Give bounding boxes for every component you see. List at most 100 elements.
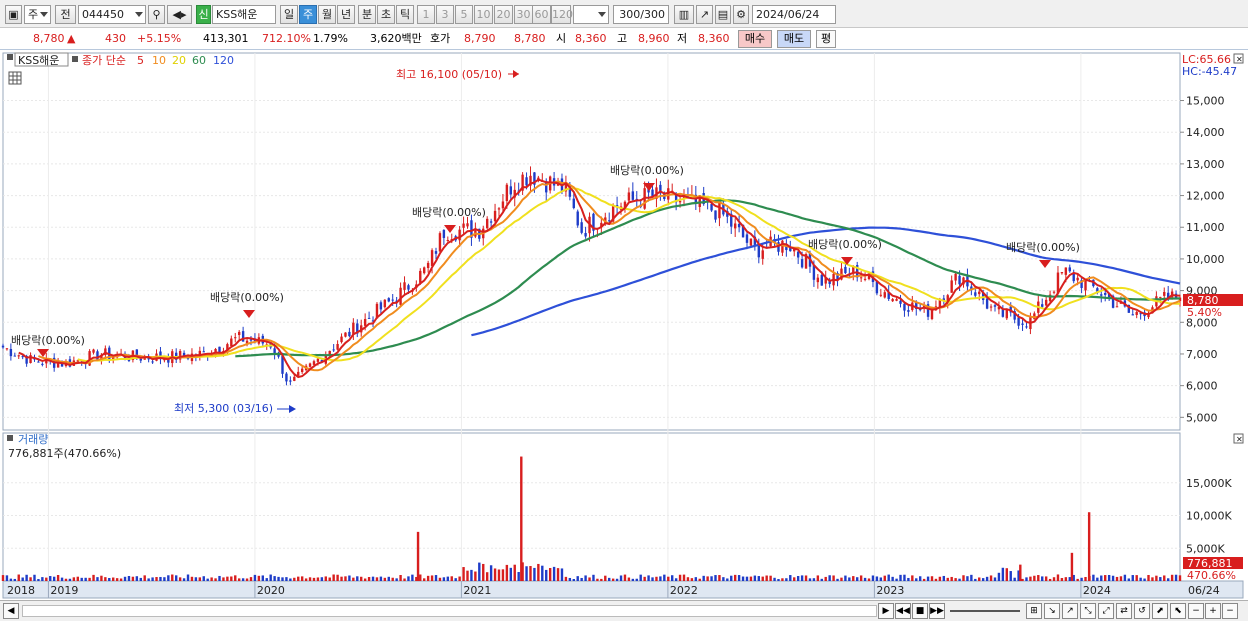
tool-icon-3[interactable]: ↗ <box>1062 603 1078 619</box>
period-select[interactable]: 주 <box>24 5 51 24</box>
buy-button[interactable]: 매수 <box>738 30 772 48</box>
tool-icon-1[interactable]: ⊞ <box>1026 603 1042 619</box>
volume-bar <box>635 578 638 581</box>
interval-5[interactable]: 5 <box>455 5 473 24</box>
volume-bar <box>505 564 509 581</box>
volume-bar <box>1107 574 1111 581</box>
candle-body <box>907 310 910 312</box>
volume-bar <box>29 577 32 581</box>
search-icon[interactable]: ⚲ <box>148 5 165 24</box>
legend-menu-icon[interactable] <box>72 56 78 62</box>
scroll-track[interactable] <box>22 605 877 617</box>
volume-menu-icon[interactable] <box>7 435 13 441</box>
sell-button[interactable]: 매도 <box>777 30 811 48</box>
interval-120[interactable]: 120 <box>551 5 573 24</box>
volume-bar <box>651 577 654 581</box>
candle-body <box>745 234 749 243</box>
volume-title: 거래량 <box>18 433 48 446</box>
volume-bar <box>49 576 52 581</box>
volume-bar <box>434 575 438 581</box>
interval-3[interactable]: 3 <box>436 5 454 24</box>
stop-icon[interactable]: ■ <box>912 603 928 619</box>
candle-body <box>993 305 997 307</box>
tool-icon-4[interactable]: ⤡ <box>1080 603 1096 619</box>
candle-body <box>899 300 902 304</box>
volume-bar <box>730 575 733 581</box>
scroll-left-icon[interactable]: ◀ <box>3 603 19 619</box>
scroll-right-icon[interactable]: ▶ <box>878 603 894 619</box>
forward-icon[interactable]: ▶▶ <box>929 603 945 619</box>
low-label: 저 <box>677 32 688 45</box>
zoom-in-icon[interactable]: + <box>1205 603 1221 619</box>
volume-bar <box>962 575 965 581</box>
tool-icon-9[interactable]: ⬉ <box>1170 603 1186 619</box>
volume-bar <box>1119 576 1123 581</box>
table-icon[interactable] <box>8 71 22 85</box>
interval-1[interactable]: 1 <box>417 5 435 24</box>
tool-icon-5[interactable]: ⤢ <box>1098 603 1114 619</box>
volume-bar <box>300 576 304 581</box>
volume-bar <box>737 575 741 581</box>
save-icon[interactable]: ▤ <box>715 5 731 24</box>
speaker-icon[interactable]: ◀▸ <box>167 5 192 24</box>
candle-body <box>796 251 800 258</box>
tab-second[interactable]: 초 <box>377 5 395 24</box>
tool-icon-6[interactable]: ⇄ <box>1116 603 1132 619</box>
interval-10[interactable]: 10 <box>474 5 493 24</box>
volume-pct-text: 470.66% <box>1187 569 1236 582</box>
candle-body <box>631 191 635 200</box>
candle-body <box>285 373 288 382</box>
gear-icon[interactable]: ⚙ <box>733 5 749 24</box>
high-price: 8,960 <box>638 32 670 45</box>
tab-month[interactable]: 월 <box>318 5 336 24</box>
draw-icon[interactable]: ↗ <box>696 5 713 24</box>
tab-year[interactable]: 년 <box>337 5 355 24</box>
volume-bar <box>9 578 13 581</box>
tab-tick[interactable]: 틱 <box>396 5 414 24</box>
avg-button[interactable]: 평 <box>816 30 836 48</box>
rewind-icon[interactable]: ◀◀ <box>895 603 911 619</box>
interval-60[interactable]: 60 <box>532 5 551 24</box>
volume-bar <box>1025 577 1028 581</box>
candle-icon[interactable]: ▥ <box>674 5 694 24</box>
volume-bar <box>352 577 355 581</box>
volume-bar <box>674 578 678 581</box>
tool-icon-7[interactable]: ↺ <box>1134 603 1150 619</box>
volume-bar <box>659 576 662 581</box>
volume-bar <box>167 575 170 581</box>
volume-bar <box>517 572 520 581</box>
volume-bar <box>493 568 497 581</box>
volume-bar <box>151 577 154 581</box>
prev-button[interactable]: 전 <box>55 5 76 24</box>
volume-bar <box>639 574 642 581</box>
interval-30[interactable]: 30 <box>514 5 533 24</box>
zoom-out-icon[interactable]: − <box>1188 603 1204 619</box>
price-change: 430 <box>105 32 126 45</box>
volume-bar <box>56 574 60 581</box>
stock-chart[interactable]: 15,00014,00013,00012,00011,00010,0009,00… <box>0 50 1248 600</box>
window-icon[interactable]: ▣ <box>5 5 22 24</box>
zoom-slider[interactable] <box>950 610 1020 612</box>
interval-select[interactable] <box>573 5 609 24</box>
volume-bar <box>104 577 107 581</box>
stock-code-input[interactable]: 044450 <box>78 5 146 24</box>
panel-menu-icon[interactable] <box>7 54 13 60</box>
volume-bar <box>608 577 611 581</box>
volume-bar <box>485 572 489 581</box>
minus-icon[interactable]: − <box>1222 603 1238 619</box>
y-tick-label: 12,000 <box>1186 190 1225 203</box>
count-input[interactable]: 300/300 <box>613 5 669 24</box>
tab-minute[interactable]: 분 <box>358 5 376 24</box>
volume-bar <box>1131 575 1134 581</box>
tab-week[interactable]: 주 <box>299 5 317 24</box>
date-input[interactable]: 2024/06/24 <box>752 5 836 24</box>
tool-icon-8[interactable]: ⬈ <box>1152 603 1168 619</box>
tool-icon-2[interactable]: ↘ <box>1044 603 1060 619</box>
candle-body <box>489 221 493 223</box>
volume-bar <box>419 574 422 581</box>
y-tick-label: 6,000 <box>1186 380 1218 393</box>
interval-20[interactable]: 20 <box>494 5 513 24</box>
stock-name-field[interactable]: KSS해운 <box>212 5 276 24</box>
volume-bar <box>600 578 603 581</box>
tab-day[interactable]: 일 <box>280 5 298 24</box>
